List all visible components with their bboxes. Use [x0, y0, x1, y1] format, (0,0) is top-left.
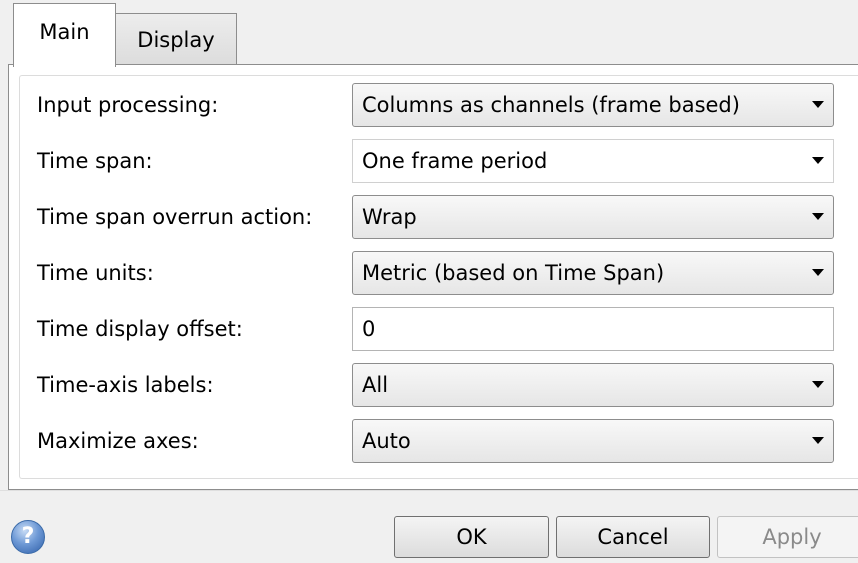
input-processing-value: Columns as channels (frame based) — [362, 93, 740, 117]
time-span-overrun-action-dropdown[interactable]: Wrap — [352, 195, 834, 239]
footer-divider — [0, 490, 858, 491]
time-span-overrun-action-label: Time span overrun action: — [37, 205, 313, 229]
time-display-offset-label: Time display offset: — [37, 317, 243, 341]
time-display-offset-input[interactable]: 0 — [352, 307, 834, 351]
apply-button[interactable]: Apply — [717, 516, 858, 558]
tab-display[interactable]: Display — [115, 13, 237, 65]
row-time-span-overrun-action: Time span overrun action: Wrap — [0, 195, 858, 239]
row-time-axis-labels: Time-axis labels: All — [0, 363, 858, 407]
row-time-span: Time span: One frame period — [0, 139, 858, 183]
chevron-down-icon — [812, 437, 824, 444]
ok-button[interactable]: OK — [394, 516, 549, 558]
time-display-offset-value: 0 — [362, 317, 376, 341]
help-icon[interactable]: ? — [11, 520, 45, 554]
time-units-value: Metric (based on Time Span) — [362, 261, 665, 285]
chevron-down-icon — [812, 269, 824, 276]
chevron-down-icon — [812, 157, 824, 164]
input-processing-dropdown[interactable]: Columns as channels (frame based) — [352, 83, 834, 127]
time-axis-labels-value: All — [362, 373, 389, 397]
time-span-value: One frame period — [362, 149, 548, 173]
maximize-axes-dropdown[interactable]: Auto — [352, 419, 834, 463]
row-maximize-axes: Maximize axes: Auto — [0, 419, 858, 463]
time-span-overrun-action-value: Wrap — [362, 205, 417, 229]
maximize-axes-label: Maximize axes: — [37, 429, 199, 453]
row-time-display-offset: Time display offset: 0 — [0, 307, 858, 351]
dialog-window: Main Display Input processing: Columns a… — [0, 0, 858, 563]
row-input-processing: Input processing: Columns as channels (f… — [0, 83, 858, 127]
time-span-dropdown[interactable]: One frame period — [352, 139, 834, 183]
chevron-down-icon — [812, 213, 824, 220]
tab-main-label: Main — [39, 19, 90, 44]
tab-display-label: Display — [137, 27, 215, 52]
time-units-label: Time units: — [37, 261, 154, 285]
tab-main[interactable]: Main — [13, 3, 116, 67]
time-span-label: Time span: — [37, 149, 153, 173]
row-time-units: Time units: Metric (based on Time Span) — [0, 251, 858, 295]
chevron-down-icon — [812, 381, 824, 388]
time-axis-labels-label: Time-axis labels: — [37, 373, 214, 397]
maximize-axes-value: Auto — [362, 429, 411, 453]
input-processing-label: Input processing: — [37, 93, 219, 117]
chevron-down-icon — [812, 101, 824, 108]
cancel-button[interactable]: Cancel — [556, 516, 710, 558]
time-units-dropdown[interactable]: Metric (based on Time Span) — [352, 251, 834, 295]
time-axis-labels-dropdown[interactable]: All — [352, 363, 834, 407]
